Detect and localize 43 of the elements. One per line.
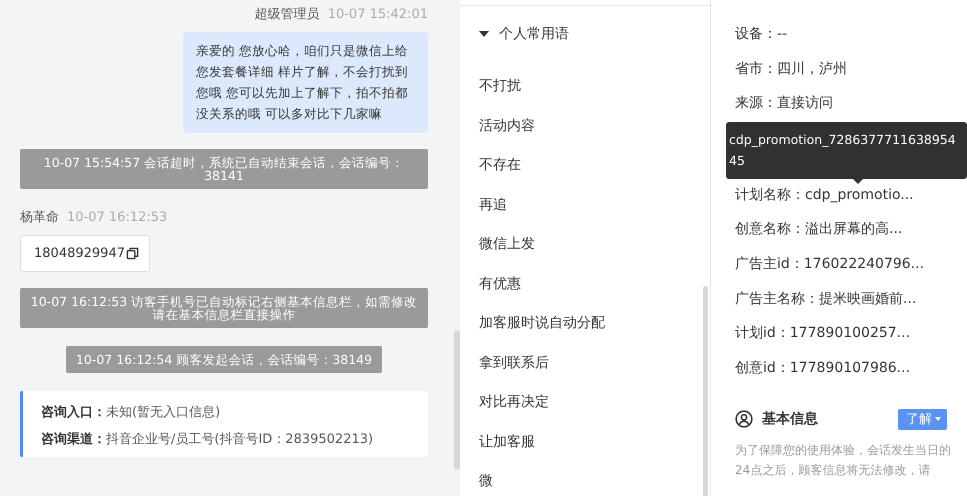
phrase-item[interactable]: 微信上发: [479, 235, 710, 274]
info-field: 广告主名称：提米映画婚前...: [735, 288, 957, 324]
system-notice: 10-07 16:12:54 顾客发起会话，会话编号：38149: [66, 346, 382, 373]
field-label: 咨询入口：: [41, 405, 106, 420]
caret-icon: [935, 417, 941, 422]
phrase-item[interactable]: 对比再决定: [479, 393, 710, 432]
phrase-item[interactable]: 让加客服: [479, 432, 710, 472]
phrase-group-header[interactable]: 个人常用语: [479, 6, 710, 43]
system-notice: 10-07 15:54:57 会话超时，系统已自动结束会话，会话编号：38141: [20, 149, 428, 189]
field-value: 抖音企业号/员工号(抖音号ID：2839502213): [106, 432, 374, 447]
phrase-item[interactable]: 有优惠: [479, 274, 710, 314]
section-title: 基本信息: [762, 410, 819, 428]
message-time: 10-07 15:42:01: [328, 6, 428, 24]
phone-number: 18048929947: [34, 246, 125, 261]
info-field: 计划id：177890100257...: [735, 323, 957, 358]
info-field: 创意id：177890107986...: [735, 358, 957, 392]
info-field: 设备：--: [735, 24, 957, 59]
scrollbar[interactable]: [454, 330, 460, 470]
tooltip-arrow-icon: [853, 178, 863, 184]
info-field: 省市：四川，泸州: [735, 58, 957, 94]
info-field: 计划名称：cdp_promotio...: [735, 184, 957, 220]
message-bubble: 亲爱的 您放心哈，咱们只是微信上给您发套餐详细 样片了解，不会打扰到您哦 您可以先加上了解下，拍不拍都没关系的哦 可以多对比下几家嘛: [183, 32, 428, 133]
system-notice: 10-07 16:12:53 访客手机号已自动标记右侧基本信息栏，如需修改请在基本信息栏直接操作: [20, 288, 428, 328]
field-value: 未知(暂无入口信息): [106, 405, 220, 420]
phrase-item[interactable]: 活动内容: [479, 116, 710, 156]
caret-icon: [479, 31, 489, 37]
phrase-item[interactable]: 不存在: [479, 156, 710, 196]
phrase-item[interactable]: 不打扰: [479, 77, 710, 116]
scrollbar[interactable]: [703, 286, 708, 496]
sender-name: 杨革命: [20, 209, 59, 227]
info-field: 广告主id：176022240796...: [735, 254, 957, 289]
info-note: 为了保障您的使用体验，会话发生当日的24点之后，顾客信息将无法修改，请: [735, 442, 952, 480]
copy-icon[interactable]: [126, 247, 139, 260]
sender-name: 超级管理员: [254, 6, 320, 24]
phrase-item[interactable]: 加客服时说自动分配: [479, 314, 710, 354]
field-label: 咨询渠道：: [41, 432, 106, 447]
phrase-item[interactable]: 拿到联系后: [479, 354, 710, 393]
group-title: 个人常用语: [499, 25, 569, 43]
phrase-item[interactable]: 再追: [479, 196, 710, 235]
message-time: 10-07 16:12:53: [67, 209, 168, 227]
user-circle-icon: [735, 410, 753, 428]
phrase-item[interactable]: 微: [479, 472, 710, 496]
info-field: 创意名称：溢出屏幕的高...: [735, 219, 957, 254]
